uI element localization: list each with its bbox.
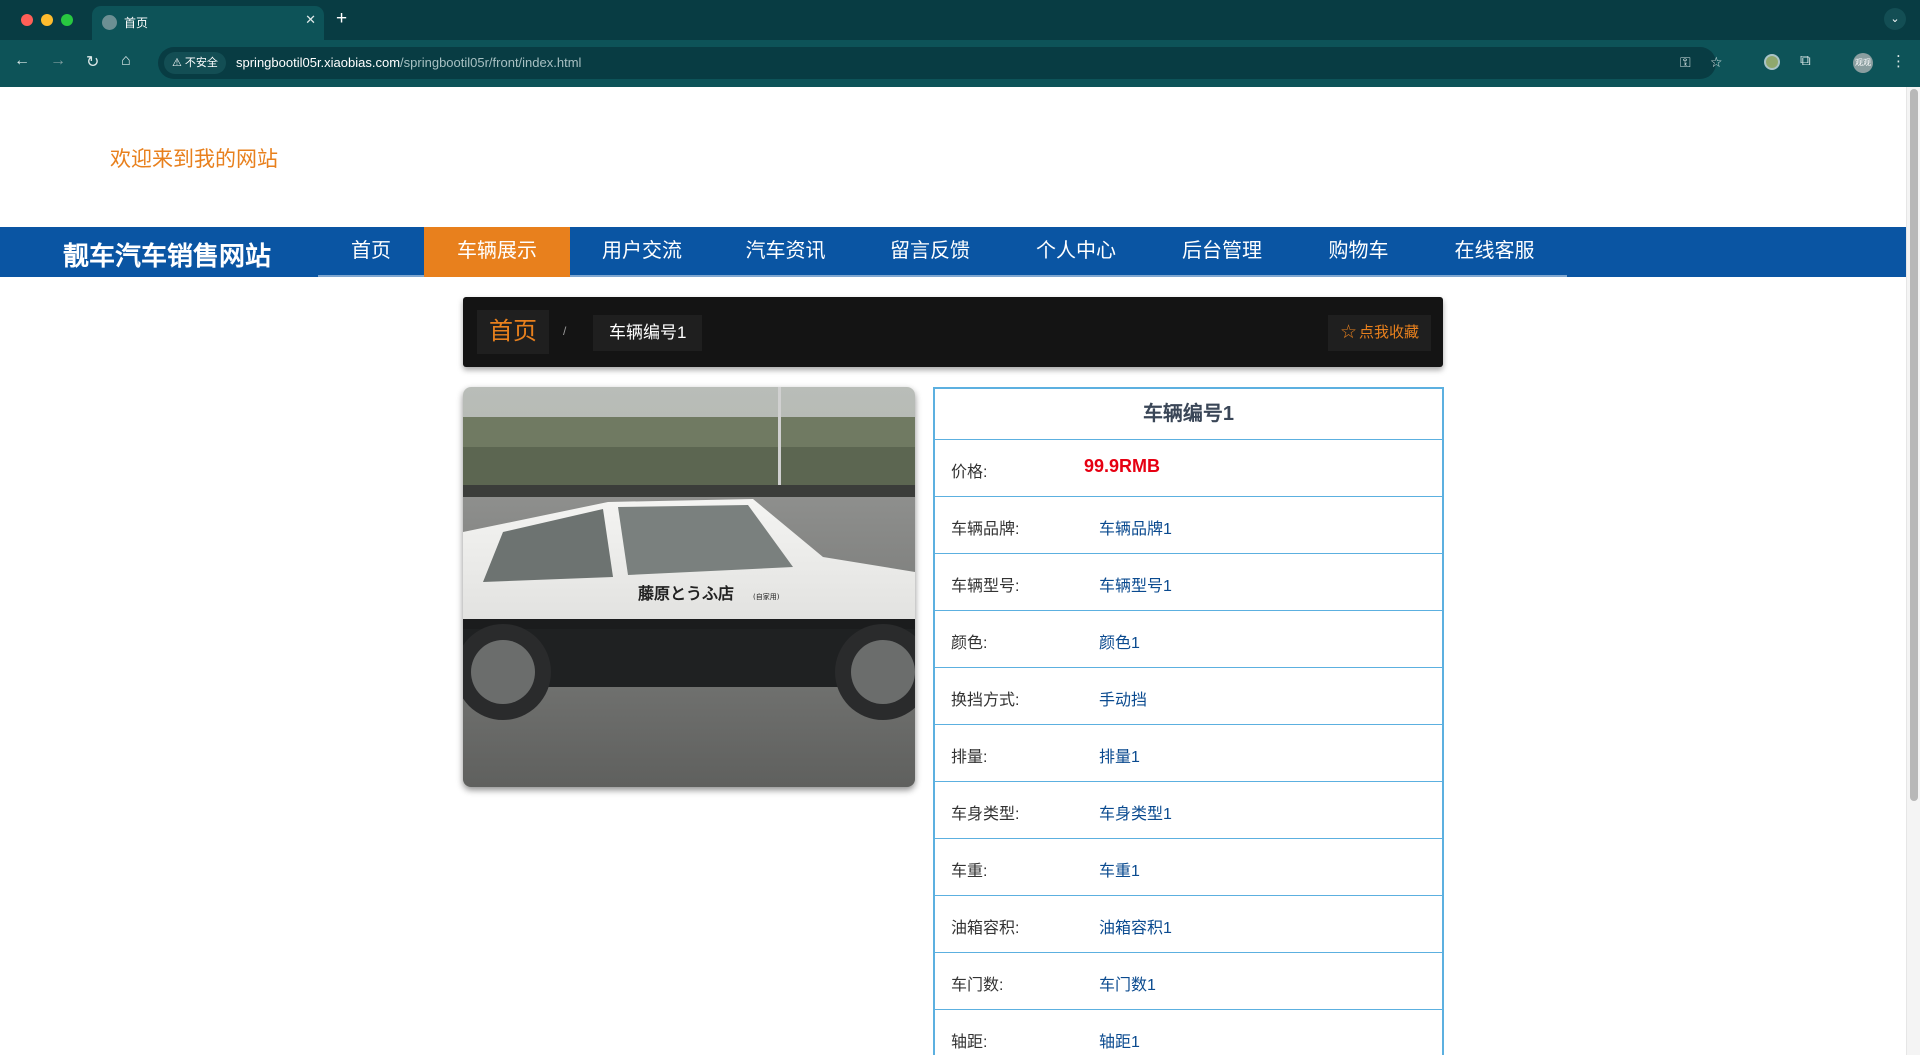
nav-item-forum[interactable]: 用户交流 <box>570 227 714 277</box>
nav-item-feedback[interactable]: 留言反馈 <box>857 227 1003 277</box>
row-label: 车辆型号: <box>951 578 1020 595</box>
nav-item-news[interactable]: 汽车资讯 <box>714 227 857 277</box>
row-value: 车辆品牌1 <box>1099 521 1172 538</box>
bookmark-star-icon[interactable]: ☆ <box>1710 54 1723 71</box>
star-icon: ☆ <box>1339 322 1357 343</box>
detail-row-price: 价格: 99.9RMB <box>935 440 1442 497</box>
new-tab-icon[interactable]: + <box>336 8 347 30</box>
forward-icon[interactable]: → <box>50 52 66 70</box>
row-value: 车身类型1 <box>1099 806 1172 823</box>
close-window-icon[interactable] <box>21 14 33 26</box>
nav-item-admin[interactable]: 后台管理 <box>1149 227 1295 277</box>
page-viewport: 欢迎来到我的网站 靓车汽车销售网站 首页 车辆展示 用户交流 汽车资讯 留言反馈… <box>0 87 1906 1055</box>
nav-item-home[interactable]: 首页 <box>318 227 424 277</box>
reload-icon[interactable]: ↻ <box>86 52 99 72</box>
row-label: 车门数: <box>951 977 1004 994</box>
vehicle-photo[interactable]: 藤原とうふ店 (自家用) <box>463 387 915 787</box>
minimize-window-icon[interactable] <box>41 14 53 26</box>
nav-menu: 首页 车辆展示 用户交流 汽车资讯 留言反馈 个人中心 后台管理 购物车 在线客… <box>318 227 1567 277</box>
detail-row-body-type: 车身类型: 车身类型1 <box>935 782 1442 839</box>
row-label: 车重: <box>951 863 988 880</box>
detail-row-wheelbase: 轴距: 轴距1 <box>935 1010 1442 1055</box>
nav-item-vehicles[interactable]: 车辆展示 <box>424 227 570 277</box>
row-value: 排量1 <box>1099 749 1140 766</box>
url-host: springbootil05r.xiaobias.com <box>236 55 401 70</box>
detail-row-weight: 车重: 车重1 <box>935 839 1442 896</box>
row-value: 车辆型号1 <box>1099 578 1172 595</box>
row-value: 车门数1 <box>1099 977 1156 994</box>
row-label: 油箱容积: <box>951 920 1020 937</box>
globe-icon <box>102 15 117 30</box>
extension-icon[interactable] <box>1764 54 1780 70</box>
browser-toolbar: ← → ↻ ⌂ ⚠ 不安全 springbootil05r.xiaobias.c… <box>0 40 1920 87</box>
detail-row-brand: 车辆品牌: 车辆品牌1 <box>935 497 1442 554</box>
security-indicator[interactable]: ⚠ 不安全 <box>164 52 226 74</box>
row-value: 轴距1 <box>1099 1034 1140 1051</box>
maximize-window-icon[interactable] <box>61 14 73 26</box>
breadcrumb-home[interactable]: 首页 <box>477 310 549 354</box>
vehicle-detail-panel: 车辆编号1 价格: 99.9RMB 车辆品牌: 车辆品牌1 车辆型号: 车辆型号… <box>933 387 1444 1055</box>
scrollbar-thumb[interactable] <box>1910 89 1918 801</box>
detail-row-tank: 油箱容积: 油箱容积1 <box>935 896 1442 953</box>
detail-row-doors: 车门数: 车门数1 <box>935 953 1442 1010</box>
breadcrumb-separator: / <box>563 324 567 338</box>
row-label: 车辆品牌: <box>951 521 1020 538</box>
row-value: 车重1 <box>1099 863 1140 880</box>
detail-row-displacement: 排量: 排量1 <box>935 725 1442 782</box>
detail-row-transmission: 换挡方式: 手动挡 <box>935 668 1442 725</box>
breadcrumb-current: 车辆编号1 <box>593 315 703 351</box>
more-menu-icon[interactable]: ⋮ <box>1891 52 1906 70</box>
password-key-icon[interactable]: ⚿ <box>1680 54 1691 71</box>
tab-close-icon[interactable]: ✕ <box>305 12 316 28</box>
row-label: 排量: <box>951 749 988 766</box>
favorite-button[interactable]: ☆ 点我收藏 <box>1327 315 1431 351</box>
page-scrollbar[interactable] <box>1906 87 1920 1055</box>
nav-item-cart[interactable]: 购物车 <box>1295 227 1422 277</box>
main-navbar: 靓车汽车销售网站 首页 车辆展示 用户交流 汽车资讯 留言反馈 个人中心 后台管… <box>0 227 1906 277</box>
profile-avatar-icon[interactable]: 观观 <box>1853 53 1873 73</box>
door-decal-small-text: (自家用) <box>753 592 780 601</box>
site-title[interactable]: 靓车汽车销售网站 <box>63 236 271 273</box>
row-value: 手动挡 <box>1099 692 1148 709</box>
detail-row-model: 车辆型号: 车辆型号1 <box>935 554 1442 611</box>
browser-tab-strip: 首页 ✕ + ⌄ <box>0 0 1920 40</box>
breadcrumb: 首页 / 车辆编号1 ☆ 点我收藏 <box>463 297 1443 367</box>
row-label: 换挡方式: <box>951 692 1020 709</box>
row-label: 颜色: <box>951 635 988 652</box>
row-label: 轴距: <box>951 1034 988 1051</box>
row-label: 价格: <box>951 464 988 481</box>
home-icon[interactable]: ⌂ <box>121 52 131 70</box>
vehicle-photo-image: 藤原とうふ店 (自家用) <box>463 387 915 787</box>
extensions-puzzle-icon[interactable]: ⧉ <box>1800 52 1811 69</box>
door-decal-text: 藤原とうふ店 <box>638 584 734 603</box>
nav-item-profile[interactable]: 个人中心 <box>1003 227 1149 277</box>
back-icon[interactable]: ← <box>14 52 30 70</box>
price-value: 99.9RMB <box>1084 456 1161 476</box>
detail-row-color: 颜色: 颜色1 <box>935 611 1442 668</box>
url-text[interactable]: springbootil05r.xiaobias.com/springbooti… <box>236 55 581 70</box>
welcome-text: 欢迎来到我的网站 <box>110 148 278 171</box>
tab-title: 首页 <box>124 16 149 30</box>
browser-tab[interactable]: 首页 ✕ <box>92 6 324 40</box>
address-bar[interactable]: ⚠ 不安全 springbootil05r.xiaobias.com/sprin… <box>158 47 1723 79</box>
tab-search-icon[interactable]: ⌄ <box>1884 8 1906 30</box>
url-path: /springbootil05r/front/index.html <box>400 55 582 70</box>
vehicle-title: 车辆编号1 <box>935 389 1442 440</box>
nav-item-support[interactable]: 在线客服 <box>1422 227 1567 277</box>
favorite-label: 点我收藏 <box>1358 324 1419 341</box>
row-value: 油箱容积1 <box>1099 920 1172 937</box>
row-label: 车身类型: <box>951 806 1020 823</box>
row-value: 颜色1 <box>1099 635 1140 652</box>
